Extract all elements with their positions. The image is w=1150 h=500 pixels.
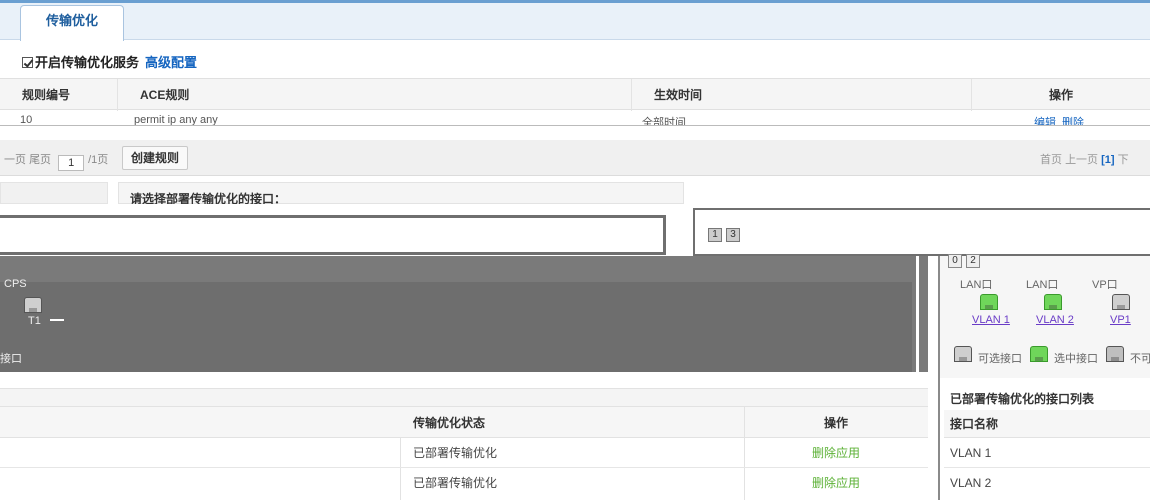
port-vlan1-icon[interactable] (980, 294, 998, 310)
port-number-badge: 0 (948, 254, 962, 268)
port-group-label: LAN口 (960, 279, 993, 291)
status-table-title (0, 388, 928, 406)
port-vp1-icon[interactable] (1112, 294, 1130, 310)
right-interface-panel (693, 208, 1150, 256)
legend-available-label: 可选接口 (978, 353, 1022, 365)
first-page-link[interactable]: 首页 (1040, 154, 1062, 166)
table-row: 10 permit ip any any 全部时间 编辑 删除 (0, 110, 1150, 126)
edit-link[interactable]: 编辑 (1034, 114, 1056, 125)
port-group-label: CPS (4, 278, 27, 290)
left-strip (0, 182, 108, 204)
port-group-label: VP口 (1092, 279, 1118, 291)
col-status-operation: 操作 (823, 416, 848, 430)
advanced-config-link[interactable]: 高级配置 (145, 55, 197, 70)
table-row: 已部署传输优化 删除应用 (0, 468, 928, 500)
delete-link[interactable]: 删除 (1062, 114, 1084, 125)
enable-row: 开启传输优化服务 高级配置 (22, 54, 197, 72)
pager-row: 一页 尾页 1/1页 创建规则 首页 上一页 [1] 下 (0, 140, 1150, 176)
port-vlan2-label[interactable]: VLAN 2 (1036, 314, 1074, 326)
port-number-badge: 3 (726, 228, 740, 242)
legend-available-icon (954, 346, 972, 362)
legend-unavailable-icon (1106, 346, 1124, 362)
list-item: VLAN 2 (950, 476, 992, 490)
port-vlan2-icon[interactable] (1044, 294, 1062, 310)
port-label: T1 (28, 315, 41, 327)
legend-selected-label: 选中接口 (1054, 353, 1098, 365)
deployed-list-header: 接口名称 (944, 410, 1150, 438)
col-effective-time: 生效时间 (632, 79, 972, 111)
port-number-badge: 2 (966, 254, 980, 268)
col-operation: 操作 (1048, 88, 1073, 102)
port-group-label: LAN口 (1026, 279, 1059, 291)
remove-app-link[interactable]: 删除应用 (744, 468, 928, 498)
enable-label[interactable]: 开启传输优化服务 (35, 55, 139, 70)
rule-table-header: 规则编号 ACE规则 生效时间 操作 (0, 78, 1150, 111)
rule-id: 10 (20, 114, 33, 126)
next-page-link[interactable]: 下 (1118, 154, 1129, 166)
deploy-prompt: 请选择部署传输优化的接口： (130, 192, 287, 204)
port-icon[interactable] (24, 297, 42, 313)
col-status: 传输优化状态 (413, 416, 486, 430)
legend-selected-icon (1030, 346, 1048, 362)
pager-right: 首页 上一页 [1] 下 (1040, 151, 1129, 167)
deployed-list-title: 已部署传输优化的接口列表 (950, 392, 1095, 406)
port-number-badge: 1 (708, 228, 722, 242)
list-item: VLAN 1 (944, 438, 1150, 468)
prev-page-link-right[interactable]: 上一页 (1065, 154, 1098, 166)
col-rule-id: 规则编号 (0, 79, 118, 111)
left-interface-panel (0, 215, 666, 255)
tab-transfer-optimization[interactable]: 传输优化 (20, 5, 124, 41)
rule-ace: permit ip any any (134, 114, 218, 126)
pager-left: 一页 尾页 1/1页 (4, 151, 108, 171)
divider (916, 256, 919, 372)
rule-time: 全部时间 (642, 117, 686, 126)
link-line (50, 319, 64, 321)
current-page[interactable]: [1] (1101, 154, 1114, 166)
enable-checkbox[interactable] (22, 57, 33, 68)
status-text: 已部署传输优化 (413, 446, 498, 460)
legend-label: 接口 (0, 353, 22, 365)
col-ace-rule: ACE规则 (118, 79, 632, 111)
table-row: 已部署传输优化 删除应用 (0, 438, 928, 468)
prev-page-link[interactable]: 一页 (4, 154, 26, 166)
last-page-link[interactable]: 尾页 (29, 154, 51, 166)
create-rule-button[interactable]: 创建规则 (122, 146, 188, 170)
legend-unavailable-label: 不可选 (1130, 353, 1150, 365)
page-input[interactable]: 1 (58, 155, 85, 171)
tab-strip (0, 0, 1150, 40)
page-total: /1页 (88, 154, 109, 166)
status-table-header: 传输优化状态 操作 (0, 406, 928, 438)
status-text: 已部署传输优化 (413, 476, 498, 490)
port-vp1-label[interactable]: VP1 (1110, 314, 1131, 326)
divider (938, 378, 940, 500)
port-vlan1-label[interactable]: VLAN 1 (972, 314, 1010, 326)
interface-map-inner (0, 282, 912, 372)
remove-app-link[interactable]: 删除应用 (744, 438, 928, 468)
